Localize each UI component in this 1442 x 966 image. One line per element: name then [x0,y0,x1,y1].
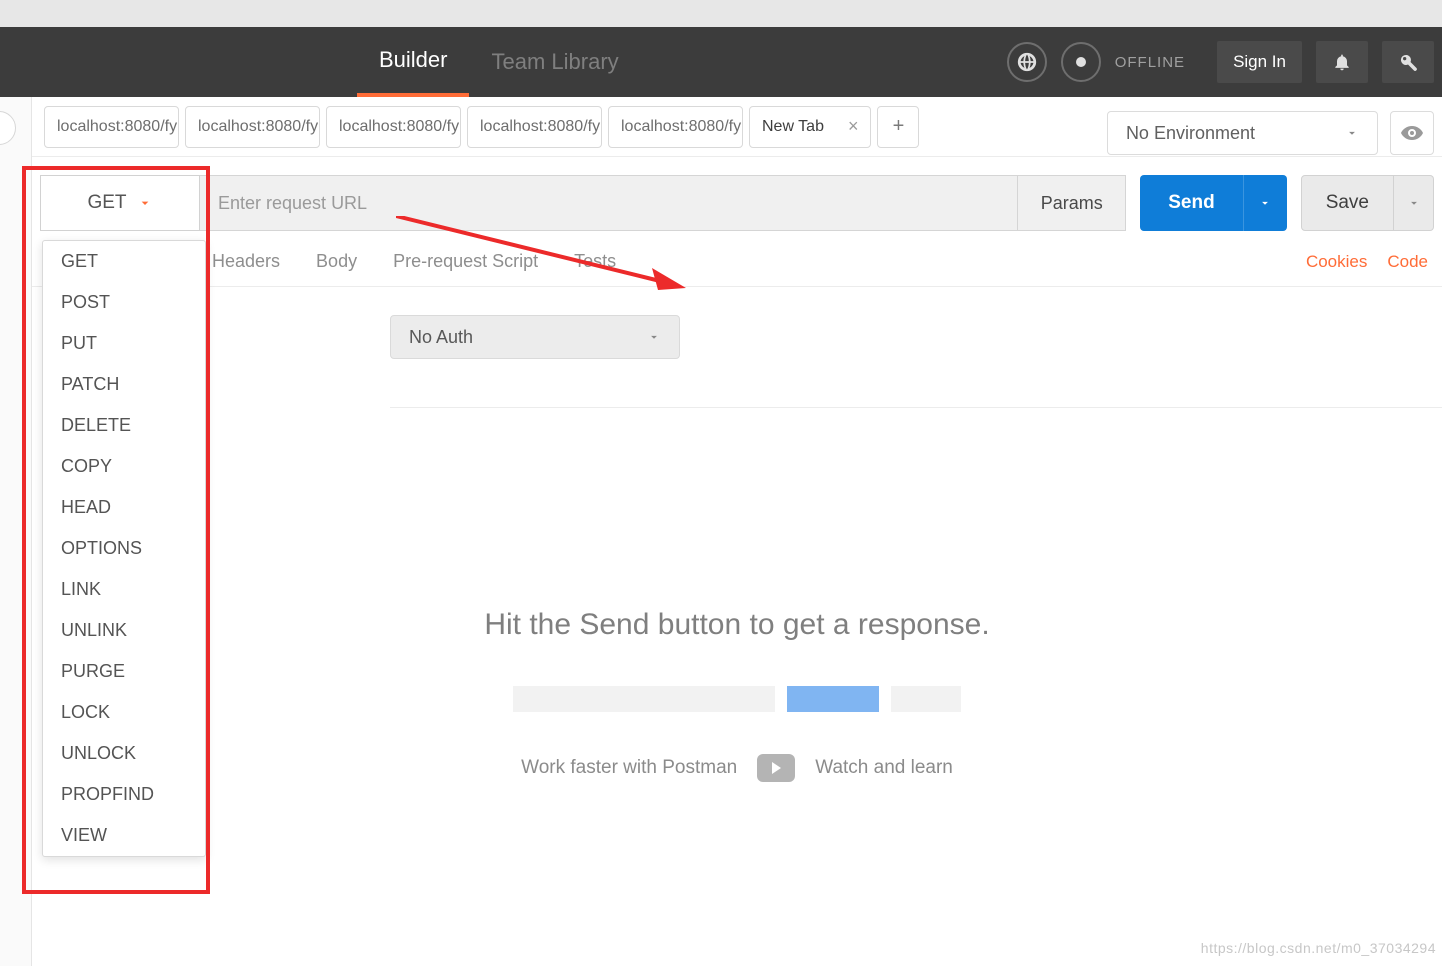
url-row: GET Params Send Save [40,175,1434,231]
learn-left-text: Work faster with Postman [521,757,737,779]
tab-tests[interactable]: Tests [574,251,616,272]
divider [390,407,1442,408]
request-tab-label: New Tab [762,118,824,136]
chevron-down-icon [647,330,661,344]
auth-area: No Auth [32,287,1442,436]
nav-builder[interactable]: Builder [357,27,469,97]
notifications-button[interactable] [1316,41,1368,83]
method-label: GET [87,192,126,214]
sign-in-button[interactable]: Sign In [1217,41,1302,83]
params-button[interactable]: Params [1018,175,1126,231]
globe-icon[interactable] [1007,42,1047,82]
auth-type-select[interactable]: No Auth [390,315,680,359]
bell-icon [1332,52,1352,72]
sidebar-collapsed [0,97,32,966]
method-dropdown-menu: GET POST PUT PATCH DELETE COPY HEAD OPTI… [42,240,206,857]
sync-icon[interactable] [1061,42,1101,82]
empty-response: Hit the Send button to get a response. W… [32,608,1442,782]
method-option[interactable]: POST [43,282,205,323]
request-tab[interactable]: localhost:8080/fy [326,106,461,148]
sidebar-toggle[interactable] [0,111,16,145]
method-option[interactable]: PUT [43,323,205,364]
save-dropdown[interactable] [1394,175,1434,231]
chevron-down-icon [1345,126,1359,140]
request-tab[interactable]: localhost:8080/fy [185,106,320,148]
header-bar: Builder Team Library OFFLINE Sign In [0,27,1442,97]
request-tab[interactable]: localhost:8080/fy [467,106,602,148]
chevron-down-icon [137,195,153,211]
cookies-link[interactable]: Cookies [1306,252,1367,272]
auth-type-label: No Auth [409,327,473,348]
watermark: https://blog.csdn.net/m0_37034294 [1201,940,1436,956]
empty-title: Hit the Send button to get a response. [32,608,1442,642]
method-option[interactable]: UNLINK [43,610,205,651]
method-select[interactable]: GET [40,175,200,231]
env-preview-button[interactable] [1390,111,1434,155]
method-option[interactable]: LOCK [43,692,205,733]
nav-team-library[interactable]: Team Library [469,27,640,97]
chevron-down-icon [1407,196,1421,210]
chevron-down-icon [1258,196,1272,210]
learn-row: Work faster with Postman Watch and learn [32,754,1442,782]
method-option[interactable]: UNLOCK [43,733,205,774]
app-top-strip [0,0,1442,27]
method-option[interactable]: PURGE [43,651,205,692]
method-option[interactable]: HEAD [43,487,205,528]
method-option[interactable]: VIEW [43,815,205,856]
learn-right-text: Watch and learn [815,757,953,779]
send-button[interactable]: Send [1140,175,1242,231]
method-option[interactable]: OPTIONS [43,528,205,569]
offline-status: OFFLINE [1115,54,1185,71]
request-tab[interactable]: localhost:8080/fy [608,106,743,148]
tab-prerequest[interactable]: Pre-request Script [393,251,538,272]
play-icon[interactable] [757,754,795,782]
code-link[interactable]: Code [1387,252,1428,272]
method-option[interactable]: COPY [43,446,205,487]
method-option[interactable]: PATCH [43,364,205,405]
method-option[interactable]: PROPFIND [43,774,205,815]
tab-body[interactable]: Body [316,251,357,272]
request-tab-active[interactable]: New Tab × [749,106,871,148]
eye-icon [1400,121,1424,145]
add-tab-button[interactable]: + [877,106,919,148]
environment-select[interactable]: No Environment [1107,111,1378,155]
method-option[interactable]: DELETE [43,405,205,446]
request-tab[interactable]: localhost:8080/fy [44,106,179,148]
tab-headers[interactable]: Headers [212,251,280,272]
close-icon[interactable]: × [848,116,859,137]
send-dropdown[interactable] [1243,175,1287,231]
wrench-icon [1398,52,1418,72]
method-option[interactable]: GET [43,241,205,282]
workspace: localhost:8080/fy localhost:8080/fy loca… [0,97,1442,966]
placeholder-illustration [32,686,1442,712]
save-button[interactable]: Save [1301,175,1394,231]
method-option[interactable]: LINK [43,569,205,610]
sub-tabs: Headers Body Pre-request Script Tests Co… [32,237,1442,287]
environment-label: No Environment [1126,123,1255,144]
request-tabs-row: localhost:8080/fy localhost:8080/fy loca… [32,97,1442,157]
settings-button[interactable] [1382,41,1434,83]
main-panel: localhost:8080/fy localhost:8080/fy loca… [32,97,1442,966]
url-input[interactable] [200,175,1018,231]
